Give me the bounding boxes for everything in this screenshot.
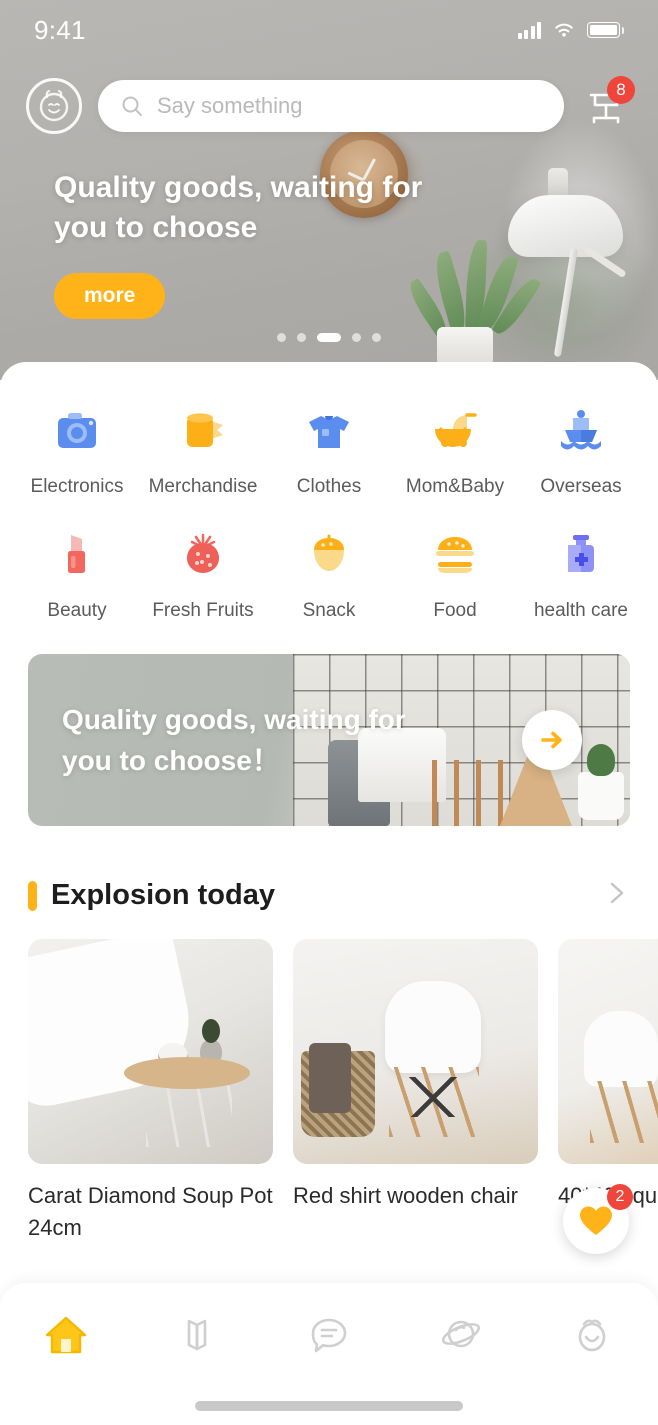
- alarm-icon: [578, 1319, 606, 1352]
- strawberry-icon: [172, 524, 234, 586]
- chat-icon: [311, 1318, 347, 1353]
- category-label: Overseas: [540, 476, 622, 497]
- favorites-fab[interactable]: 2: [563, 1184, 633, 1254]
- avatar[interactable]: [26, 78, 82, 134]
- favorites-badge: 2: [607, 1184, 633, 1210]
- section-title-group: Explosion today: [28, 879, 275, 912]
- carousel-dot-active[interactable]: [317, 333, 341, 342]
- category-label: health care: [533, 600, 628, 621]
- tab-chat[interactable]: [263, 1303, 395, 1367]
- tab-planet[interactable]: [395, 1303, 527, 1367]
- category-item-health-care[interactable]: health care: [518, 524, 644, 622]
- cart-badge: 8: [607, 76, 635, 104]
- tab-map[interactable]: [132, 1303, 264, 1367]
- product-image: [558, 939, 658, 1164]
- carousel-dot[interactable]: [297, 333, 306, 342]
- wifi-icon: [555, 23, 573, 37]
- map-icon: [188, 1319, 207, 1351]
- stroller-icon: [424, 400, 486, 462]
- status-icons: [517, 21, 624, 39]
- promo-text: Quality goods, waiting for you to choose…: [62, 704, 406, 776]
- status-bar: 9:41: [0, 0, 658, 60]
- product-image-detail: [385, 981, 481, 1073]
- chevron-right-icon: [610, 882, 624, 904]
- medicine-bottle-icon: [550, 524, 612, 586]
- tab-home[interactable]: [0, 1303, 132, 1367]
- search-icon: [122, 96, 142, 116]
- category-label: Food: [433, 600, 477, 621]
- promo-plant-decoration: [578, 744, 624, 820]
- promo-arrow-button[interactable]: [522, 710, 582, 770]
- tshirt-icon: [298, 400, 360, 462]
- heart-icon: [580, 1206, 612, 1235]
- cart-button[interactable]: 8: [580, 76, 635, 132]
- ship-icon: [550, 400, 612, 462]
- category-item-overseas[interactable]: Overseas: [518, 400, 644, 498]
- hero-copy: Quality goods, waiting for you to choose…: [54, 168, 474, 320]
- category-label: Clothes: [296, 476, 362, 497]
- home-indicator: [195, 1401, 463, 1411]
- page-title: Explosion today: [51, 879, 275, 911]
- search-input[interactable]: Say something: [157, 93, 303, 119]
- status-time: 9:41: [34, 14, 86, 45]
- user-avatar-icon: [39, 89, 69, 122]
- camera-icon: [46, 400, 108, 462]
- product-title: Carat Diamond Soup Pot 24cm: [28, 1183, 273, 1240]
- category-label: Snack: [302, 600, 356, 621]
- product-image-detail: [590, 1081, 658, 1143]
- lamp-shade-decoration: [508, 195, 623, 257]
- search-bar[interactable]: Say something: [98, 80, 564, 132]
- category-item-beauty[interactable]: Beauty: [14, 524, 140, 622]
- category-grid: Electronics Merchandise Clothes Mom&Baby…: [0, 362, 658, 648]
- product-card[interactable]: Red shirt wooden chair: [293, 939, 538, 1244]
- category-label: Beauty: [47, 600, 107, 621]
- hero-title: Quality goods, waiting for you to choose: [54, 171, 423, 244]
- section-more-button[interactable]: [604, 878, 630, 913]
- category-label: Merchandise: [148, 476, 258, 497]
- product-image-detail: [146, 1085, 232, 1147]
- product-image-detail: [584, 1011, 658, 1087]
- hero-more-button[interactable]: more: [54, 273, 166, 320]
- carousel-dot[interactable]: [352, 333, 361, 342]
- category-item-fresh-fruits[interactable]: Fresh Fruits: [140, 524, 266, 622]
- product-image: [28, 939, 273, 1164]
- acorn-icon: [298, 524, 360, 586]
- product-list[interactable]: Carat Diamond Soup Pot 24cm Red shirt wo…: [0, 939, 658, 1244]
- section-accent-bar: [28, 880, 37, 911]
- battery-icon: [587, 22, 624, 38]
- home-icon: [45, 1316, 86, 1354]
- tab-alarm[interactable]: [526, 1303, 658, 1367]
- category-item-food[interactable]: Food: [392, 524, 518, 622]
- category-label: Mom&Baby: [405, 476, 505, 497]
- carousel-dots[interactable]: [0, 333, 658, 342]
- category-item-merchandise[interactable]: Merchandise: [140, 400, 266, 498]
- category-item-electronics[interactable]: Electronics: [14, 400, 140, 498]
- planet-icon: [441, 1320, 480, 1348]
- product-image-detail: [309, 1043, 351, 1113]
- carousel-dot[interactable]: [372, 333, 381, 342]
- category-label: Electronics: [30, 476, 124, 497]
- lipstick-icon: [46, 524, 108, 586]
- arrow-right-icon: [541, 731, 562, 749]
- mug-flag-icon: [172, 400, 234, 462]
- product-title: Red shirt wooden chair: [293, 1183, 519, 1208]
- cellular-signal-icon: [517, 21, 541, 39]
- product-image-detail: [158, 1043, 188, 1067]
- content-sheet: Electronics Merchandise Clothes Mom&Baby…: [0, 362, 658, 1287]
- product-image-detail: [200, 1019, 222, 1065]
- category-item-mom-and-baby[interactable]: Mom&Baby: [392, 400, 518, 498]
- product-image: [293, 939, 538, 1164]
- product-image-detail: [397, 1077, 469, 1117]
- category-label: Fresh Fruits: [152, 600, 254, 621]
- burger-icon: [424, 524, 486, 586]
- section-header: Explosion today: [28, 878, 630, 913]
- category-item-snack[interactable]: Snack: [266, 524, 392, 622]
- product-card[interactable]: Carat Diamond Soup Pot 24cm: [28, 939, 273, 1244]
- category-item-clothes[interactable]: Clothes: [266, 400, 392, 498]
- promo-banner[interactable]: Quality goods, waiting for you to choose…: [28, 654, 630, 826]
- header-bar: Say something 8: [0, 76, 658, 134]
- carousel-dot[interactable]: [277, 333, 286, 342]
